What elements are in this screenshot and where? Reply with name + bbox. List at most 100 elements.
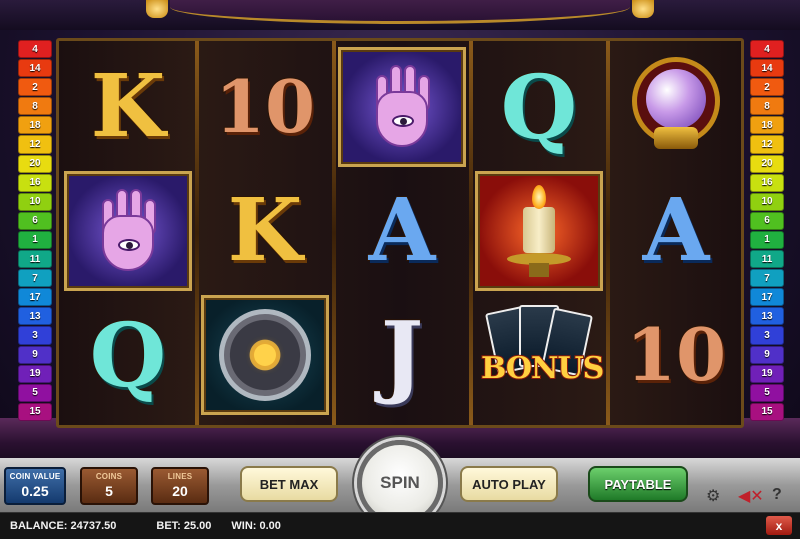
reel-cell (201, 295, 329, 415)
crystal-ball-icon (628, 57, 724, 157)
line-indicator-right[interactable]: 3 (750, 326, 784, 345)
coins-label: COINS (95, 472, 123, 481)
close-icon[interactable]: x (766, 516, 792, 535)
line-indicator-right[interactable]: 2 (750, 78, 784, 97)
coin-value-display[interactable]: COIN VALUE 0.25 (4, 467, 66, 505)
line-indicator-right[interactable]: 15 (750, 402, 784, 421)
top-arch-decoration (170, 0, 630, 24)
line-indicator-left[interactable]: 10 (18, 192, 52, 211)
lines-value: 20 (172, 483, 188, 499)
bonus-label: BONUS (480, 350, 605, 387)
reel-cell: A (338, 171, 466, 291)
lines-label: LINES (167, 472, 193, 481)
line-indicator-left[interactable]: 18 (18, 116, 52, 135)
symbol-q-icon: Q (500, 55, 579, 159)
line-indicator-right[interactable]: 16 (750, 173, 784, 192)
line-indicator-left[interactable]: 9 (18, 345, 52, 364)
line-indicator-right[interactable]: 12 (750, 135, 784, 154)
line-indicator-left[interactable]: 20 (18, 154, 52, 173)
reel-cell: Q (475, 47, 603, 167)
symbol-j-icon: J (380, 302, 425, 408)
line-indicator-left[interactable]: 12 (18, 135, 52, 154)
reel-cell: 10 (201, 47, 329, 167)
line-indicator-right[interactable]: 20 (750, 154, 784, 173)
symbol-k-icon: K (90, 56, 167, 157)
reel-separator (332, 41, 336, 425)
reel-separator (469, 41, 473, 425)
line-indicator-right[interactable]: 6 (750, 211, 784, 230)
line-indicator-left[interactable]: 2 (18, 78, 52, 97)
line-indicator-left[interactable]: 6 (18, 211, 52, 230)
line-indicator-right[interactable]: 7 (750, 269, 784, 288)
reel-cell (475, 171, 603, 291)
line-indicator-left[interactable]: 15 (18, 402, 52, 421)
reel-cell: K (201, 171, 329, 291)
line-indicator-left[interactable]: 14 (18, 59, 52, 78)
line-indicator-right[interactable]: 17 (750, 288, 784, 307)
candle-icon (499, 183, 579, 279)
coin-value: 0.25 (21, 483, 49, 499)
line-indicator-left[interactable]: 5 (18, 383, 52, 402)
lines-display[interactable]: LINES 20 (151, 467, 209, 505)
zodiac-wheel-icon (219, 309, 311, 401)
auto-play-button[interactable]: AUTO PLAY (460, 466, 558, 502)
symbol-q-icon: Q (89, 303, 168, 407)
win-text: WIN: 0.00 (231, 520, 281, 532)
reel-cell: Q (64, 295, 192, 415)
bonus-cards-icon: BONUS (480, 305, 605, 405)
line-indicator-left[interactable]: 16 (18, 173, 52, 192)
coins-display[interactable]: COINS 5 (80, 467, 138, 505)
reel-cell: A (612, 171, 740, 291)
line-indicators-left: 4 14 2 8 18 12 20 16 10 6 1 11 7 17 13 3 9 19 5 15 (18, 40, 52, 422)
line-indicator-right[interactable]: 4 (750, 40, 784, 59)
line-indicator-right[interactable]: 11 (750, 250, 784, 269)
symbol-a-icon: A (642, 180, 711, 281)
line-indicator-right[interactable]: 18 (750, 116, 784, 135)
line-indicator-left[interactable]: 11 (18, 250, 52, 269)
reel-separator (606, 41, 610, 425)
reel-cell: J (338, 295, 466, 415)
symbol-10-icon: 10 (625, 312, 727, 397)
palm-eye-icon (362, 61, 442, 153)
line-indicator-right[interactable]: 14 (750, 59, 784, 78)
line-indicator-right[interactable]: 5 (750, 383, 784, 402)
paytable-button[interactable]: PAYTABLE (588, 466, 688, 502)
gear-icon[interactable]: ⚙ (706, 486, 720, 506)
help-icon[interactable]: ? (772, 486, 782, 504)
game-stage: 4 14 2 8 18 12 20 16 10 6 1 11 7 17 13 3 9 19 5 15 4 14 2 8 18 1… (0, 0, 800, 539)
coin-value-label: COIN VALUE (9, 472, 61, 481)
line-indicator-right[interactable]: 1 (750, 230, 784, 250)
line-indicator-left[interactable]: 7 (18, 269, 52, 288)
line-indicator-left[interactable]: 4 (18, 40, 52, 59)
reel-cell: K (64, 47, 192, 167)
line-indicator-left[interactable]: 17 (18, 288, 52, 307)
reel-separator (195, 41, 199, 425)
line-indicator-left[interactable]: 1 (18, 230, 52, 250)
status-bar: BALANCE: 24737.50 BET: 25.00 WIN: 0.00 (0, 512, 800, 539)
line-indicators-right: 4 14 2 8 18 12 20 16 10 6 1 11 7 17 13 3 9 19 5 15 (750, 40, 784, 422)
symbol-10-icon: 10 (214, 64, 316, 149)
reel-cell: 10 (612, 295, 740, 415)
bet-max-button[interactable]: BET MAX (240, 466, 338, 502)
top-frame (0, 0, 800, 30)
lamp-left (146, 0, 168, 18)
reel-cell (338, 47, 466, 167)
line-indicator-left[interactable]: 19 (18, 364, 52, 383)
line-indicator-left[interactable]: 13 (18, 307, 52, 326)
reel-grid: K Q 10 K A J Q BONUS A 10 (56, 38, 744, 428)
line-indicator-right[interactable]: 8 (750, 97, 784, 116)
mute-icon[interactable]: ◀✕ (738, 486, 764, 506)
line-indicator-left[interactable]: 3 (18, 326, 52, 345)
symbol-k-icon: K (227, 180, 304, 281)
coins-value: 5 (105, 483, 113, 499)
line-indicator-right[interactable]: 19 (750, 364, 784, 383)
bet-text: BET: 25.00 (156, 520, 212, 532)
line-indicator-right[interactable]: 9 (750, 345, 784, 364)
line-indicator-right[interactable]: 10 (750, 192, 784, 211)
balance-text: BALANCE: 24737.50 (10, 520, 117, 532)
line-indicator-right[interactable]: 13 (750, 307, 784, 326)
reel-cell (612, 47, 740, 167)
line-indicator-left[interactable]: 8 (18, 97, 52, 116)
reel-cell: BONUS (475, 295, 605, 415)
reel-cell (64, 171, 192, 291)
